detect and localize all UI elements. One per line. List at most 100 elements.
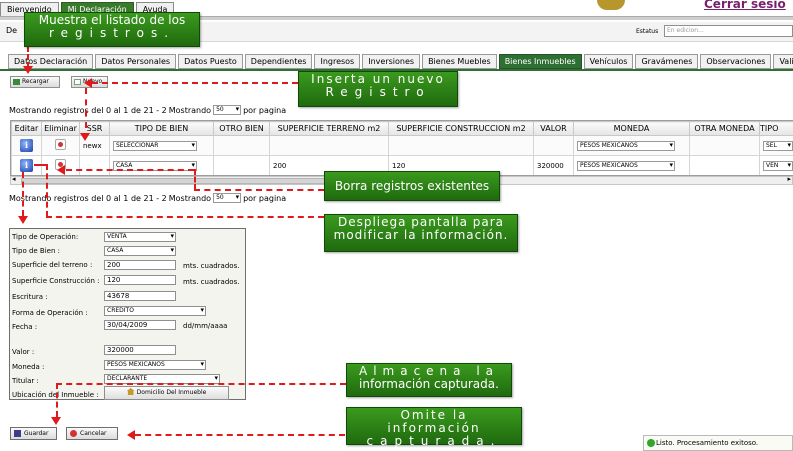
otra-moneda-cell[interactable] <box>689 135 760 156</box>
callout-nuevo-line2: Registro <box>325 85 431 99</box>
fecha-format-hint: dd/mm/aaaa <box>183 322 228 330</box>
reload-button-label: Recargar <box>22 78 49 85</box>
tipo-select[interactable]: SEL <box>763 140 793 151</box>
tipo-cell: VEN <box>759 155 793 175</box>
status-message-text: Listo. Procesamiento exitoso. <box>656 439 759 447</box>
moneda-cell: PESOS MEXICANOS <box>573 135 690 156</box>
per-page-suffix: por pagina <box>243 193 287 203</box>
scroll-right-icon[interactable]: ▸ <box>787 175 791 183</box>
sup-construccion-cell[interactable] <box>388 135 534 156</box>
valor-cell[interactable]: 320000 <box>533 155 574 175</box>
per-page-select[interactable]: 50 <box>213 105 242 115</box>
annotation-arrowhead <box>127 430 135 440</box>
tab-gravamenes[interactable]: Gravámenes <box>635 54 699 69</box>
seal-logo-icon <box>597 0 625 10</box>
success-check-icon <box>647 439 655 447</box>
save-button[interactable]: Guardar <box>10 427 57 440</box>
moneda-select[interactable]: PESOS MEXICANOS <box>577 160 675 171</box>
tipo-select[interactable]: VEN <box>763 160 793 171</box>
callout-despliega-line2: modificar la información. <box>333 228 509 242</box>
domicilio-button[interactable]: Domicilio Del Inmueble <box>104 386 229 400</box>
tab-observaciones[interactable]: Observaciones <box>700 54 772 69</box>
edit-info-icon[interactable]: i <box>20 139 33 152</box>
callout-borra-line1: Borra registros existentes <box>334 179 490 193</box>
col-valor[interactable]: VALOR <box>533 121 574 136</box>
tipo-bien-cell: CASA <box>109 155 214 175</box>
moneda-form-select[interactable]: PESOS MEXICANOS <box>104 360 206 370</box>
callout-borra: Borra registros existentes <box>324 171 500 201</box>
callout-listado: Muestra el listado de los registros. <box>24 12 200 47</box>
superficie-terreno-input[interactable]: 200 <box>104 260 176 270</box>
col-otra-moneda[interactable]: OTRA MONEDA <box>689 121 760 136</box>
grid-header-row: Editar Eliminar SSR TIPO DE BIEN OTRO BI… <box>11 121 793 136</box>
callout-omite: Omite la información capturada. <box>346 407 522 448</box>
tab-validacion[interactable]: Validación <box>773 54 793 69</box>
edit-info-icon[interactable]: i <box>20 159 33 172</box>
delete-icon[interactable] <box>55 139 66 150</box>
cancel-button-label: Cancelar <box>80 430 107 437</box>
per-page-select[interactable]: 50 <box>213 193 242 203</box>
otro-bien-cell[interactable] <box>213 155 270 175</box>
tab-datos-puesto[interactable]: Datos Puesto <box>178 54 243 69</box>
tab-inversiones[interactable]: Inversiones <box>362 54 421 69</box>
section-tabs: Datos Declaración Datos Personales Datos… <box>8 54 793 69</box>
save-button-label: Guardar <box>24 430 49 437</box>
annotation-arrow <box>27 46 29 68</box>
callout-almacena-line2: información capturada. <box>359 377 499 391</box>
valor-input[interactable]: 320000 <box>104 345 176 355</box>
ssr-cell <box>79 155 110 175</box>
valor-label: Valor : <box>12 348 35 356</box>
reload-button[interactable]: Recargar <box>10 76 60 88</box>
moneda-cell: PESOS MEXICANOS <box>573 155 690 175</box>
tipo-bien-form-select[interactable]: CASA <box>104 246 176 256</box>
escritura-input[interactable]: 43678 <box>104 291 176 301</box>
tab-dependientes[interactable]: Dependientes <box>244 54 313 69</box>
logout-link[interactable]: Cerrar sesio <box>704 0 786 11</box>
fecha-input[interactable]: 30/04/2009 <box>104 320 176 330</box>
col-superficie-terreno[interactable]: SUPERFICIE TERRENO m2 <box>269 121 389 136</box>
col-moneda[interactable]: MONEDA <box>573 121 690 136</box>
col-otro-bien[interactable]: OTRO BIEN <box>213 121 270 136</box>
tipo-bien-select[interactable]: SELECCIONAR <box>113 140 197 151</box>
annotation-arrow <box>56 383 346 385</box>
paging-text: Mostrando registros del 0 al 1 de 21 - 2 <box>9 193 167 203</box>
domicilio-button-label: Domicilio Del Inmueble <box>136 389 207 396</box>
tipo-operacion-select[interactable]: VENTA <box>104 232 176 242</box>
delete-cell <box>41 135 80 156</box>
superficie-construccion-input[interactable]: 120 <box>104 275 176 285</box>
annotation-arrowhead <box>51 417 61 425</box>
annotation-arrow <box>85 88 87 128</box>
otra-moneda-cell[interactable] <box>689 155 760 175</box>
tab-ingresos[interactable]: Ingresos <box>314 54 361 69</box>
col-editar[interactable]: Editar <box>11 121 42 136</box>
callout-almacena: Almacena la información capturada. <box>346 363 512 397</box>
home-icon <box>126 388 135 395</box>
cancel-button[interactable]: Cancelar <box>66 427 118 440</box>
tab-datos-declaracion[interactable]: Datos Declaración <box>8 54 94 69</box>
tab-bienes-muebles[interactable]: Bienes Muebles <box>422 54 497 69</box>
tab-bienes-inmuebles[interactable]: Bienes Inmuebles <box>498 54 582 69</box>
tab-datos-personales[interactable]: Datos Personales <box>95 54 177 69</box>
col-eliminar[interactable]: Eliminar <box>41 121 80 136</box>
paging-text: Mostrando registros del 0 al 1 de 21 - 2 <box>9 105 167 115</box>
moneda-select[interactable]: PESOS MEXICANOS <box>577 140 675 151</box>
col-tipo-bien[interactable]: TIPO DE BIEN <box>109 121 214 136</box>
tab-vehiculos[interactable]: Vehículos <box>583 54 634 69</box>
col-tipo[interactable]: TIPO <box>759 121 793 136</box>
valor-cell[interactable] <box>533 135 574 156</box>
scroll-left-icon[interactable]: ◂ <box>12 175 16 183</box>
annotation-arrow <box>46 164 48 217</box>
new-document-icon <box>74 79 81 85</box>
edit-cell: i <box>11 135 42 156</box>
annotation-arrowhead <box>18 216 28 224</box>
otro-bien-cell[interactable] <box>213 135 270 156</box>
sup-terreno-cell[interactable] <box>269 135 389 156</box>
paging-info-bottom: Mostrando registros del 0 al 1 de 21 - 2… <box>9 193 286 203</box>
annotation-arrow <box>66 169 194 171</box>
table-row: i newx SELECCIONAR PESOS MEXICANOS SEL <box>11 135 793 156</box>
forma-operacion-select[interactable]: CREDITO <box>104 306 206 316</box>
col-superficie-construccion[interactable]: SUPERFICIE CONSTRUCCION m2 <box>388 121 534 136</box>
annotation-arrowhead <box>57 165 65 175</box>
forma-operacion-label: Forma de Operación : <box>12 309 88 317</box>
estatus-select[interactable]: En edicion... <box>664 25 793 37</box>
